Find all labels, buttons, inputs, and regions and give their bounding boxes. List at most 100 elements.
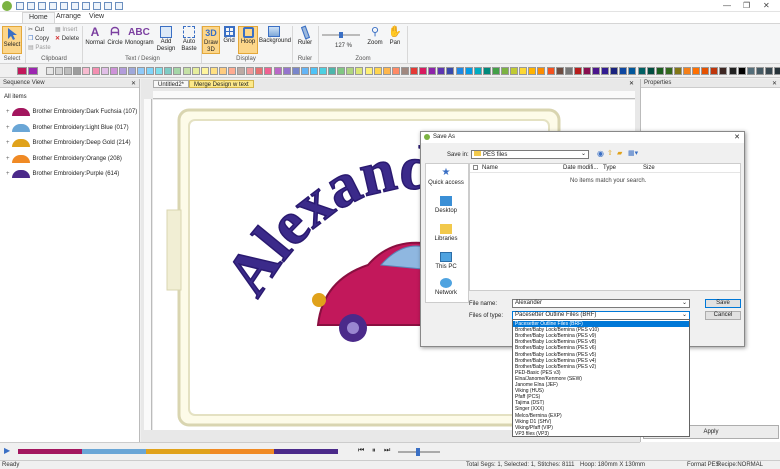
color-swatch[interactable] [17,67,27,75]
color-swatch[interactable] [400,67,409,75]
start-icon[interactable]: ▶ [4,446,10,455]
color-swatch[interactable] [582,67,591,75]
background-button[interactable]: Background [259,26,291,45]
color-swatch[interactable] [346,67,355,75]
color-swatch[interactable] [155,67,164,75]
app-logo-icon[interactable] [2,1,12,11]
color-swatch[interactable] [100,67,109,75]
pes-icon[interactable] [115,2,123,10]
color-swatch[interactable] [619,67,628,75]
color-swatch[interactable] [464,67,473,75]
draw-3d-button[interactable]: 3D Draw 3D [202,26,220,54]
view-menu-icon[interactable]: ▦▾ [628,149,638,157]
sequence-item[interactable]: + Brother Embroidery:Deep Gold (214) [6,137,131,149]
color-swatch[interactable] [328,67,337,75]
color-swatch[interactable] [118,67,127,75]
color-swatch[interactable] [555,67,564,75]
minimize-button[interactable]: — [723,1,731,10]
doc-tab-untitled2[interactable]: Untitled2* [153,80,190,88]
file-type-option[interactable]: Janome Elna (JEF) [513,382,689,388]
file-type-option[interactable]: Tajima (DST) [513,400,689,406]
color-swatch[interactable] [391,67,400,75]
color-swatch[interactable] [164,67,173,75]
color-swatch[interactable] [482,67,491,75]
expand-icon[interactable]: + [6,109,10,115]
color-swatch[interactable] [218,67,227,75]
grid-button[interactable]: Grid [221,26,237,45]
ruler-button[interactable]: Ruler [295,25,315,47]
file-list[interactable]: Name Date modifi... Type Size No items m… [469,163,741,291]
panel-close-icon[interactable]: ✕ [772,80,777,87]
color-swatch[interactable] [182,67,191,75]
select-button[interactable]: Select [2,26,22,54]
next-icon[interactable]: ⏭ [384,447,390,455]
expand-icon[interactable]: + [6,171,10,177]
pan-button[interactable]: ✋ Pan [386,26,404,47]
file-type-option[interactable]: Pacesetter Outline Files (BRF) [513,321,689,327]
color-swatch[interactable] [428,67,437,75]
stitch-progress-track[interactable] [18,449,338,454]
file-type-option[interactable]: VP3 files (VP3) [513,431,689,437]
file-type-option[interactable]: Viking/Pfaff (VIP) [513,425,689,431]
sequence-item[interactable]: + Brother Embroidery:Purple (614) [6,168,119,180]
circle-text-button[interactable]: ᗩ Circle [106,26,124,47]
color-swatch[interactable] [755,67,764,75]
file-type-option[interactable]: Brother/Baby Lock/Bernina (PES v6) [513,345,689,351]
place-desktop[interactable]: Desktop [425,196,467,214]
expand-icon[interactable]: + [6,125,10,131]
color-swatch[interactable] [664,67,673,75]
color-swatch[interactable] [282,67,291,75]
color-swatch[interactable] [546,67,555,75]
place-quick-access[interactable]: ★ Quick access [425,168,467,187]
monogram-button[interactable]: ABC Monogram [125,26,154,47]
color-swatch[interactable] [410,67,418,75]
cancel-button[interactable]: Cancel [705,311,741,320]
file-type-option[interactable]: Viking D1 (SHV) [513,419,689,425]
color-swatch[interactable] [746,67,755,75]
file-name-input[interactable]: Alexander ⌄ [512,299,690,308]
color-swatch[interactable] [637,67,646,75]
color-swatch[interactable] [337,67,346,75]
close-button[interactable]: ✕ [763,1,770,10]
color-swatch[interactable] [73,67,82,75]
normal-text-button[interactable]: A Normal [85,26,105,47]
color-swatch[interactable] [246,67,255,75]
color-swatch[interactable] [291,67,300,75]
tab-arrange[interactable]: Arrange [50,12,87,23]
delete-button[interactable]: ✕ Delete [55,35,79,43]
color-swatch[interactable] [28,67,38,75]
file-type-option[interactable]: Brother/Baby Lock/Bernina (PES v10) [513,327,689,333]
save-button[interactable]: Save [705,299,741,308]
color-swatch[interactable] [655,67,664,75]
save-icon[interactable] [38,2,46,10]
color-swatch[interactable] [673,67,682,75]
auto-baste-button[interactable]: Auto Baste [178,26,200,53]
color-swatch[interactable] [437,67,446,75]
place-libraries[interactable]: Libraries [425,224,467,242]
file-type-option[interactable]: Brother/Baby Lock/Bernina (PES v8) [513,339,689,345]
column-name[interactable]: Name [482,165,498,171]
doc-tab-merge-design[interactable]: Merge Design w text [189,80,254,88]
color-swatch[interactable] [173,67,182,75]
close-doc-icon[interactable]: ✕ [629,80,634,87]
color-swatch[interactable] [382,67,391,75]
file-type-option[interactable]: Melco/Bernina (EXP) [513,413,689,419]
file-type-option[interactable]: Viking (HUS) [513,388,689,394]
sequence-item[interactable]: + Brother Embroidery:Orange (208) [6,153,122,165]
file-type-option[interactable]: Brother/Baby Lock/Bernina (PES v4) [513,358,689,364]
copy-button[interactable]: ❐ Copy [28,35,49,43]
color-swatch[interactable] [728,67,737,75]
color-swatch[interactable] [628,67,637,75]
color-swatch[interactable] [446,67,455,75]
color-swatch[interactable] [319,67,327,75]
color-swatch[interactable] [737,67,746,75]
color-swatch[interactable] [473,67,482,75]
add-design-button[interactable]: Add Design [155,26,177,53]
color-swatch[interactable] [573,67,582,75]
color-swatch[interactable] [273,67,282,75]
panel-close-icon[interactable]: ✕ [131,80,136,87]
color-swatch[interactable] [373,67,382,75]
new-file-icon[interactable] [16,2,24,10]
color-swatch[interactable] [510,67,519,75]
redo-icon[interactable] [93,2,101,10]
